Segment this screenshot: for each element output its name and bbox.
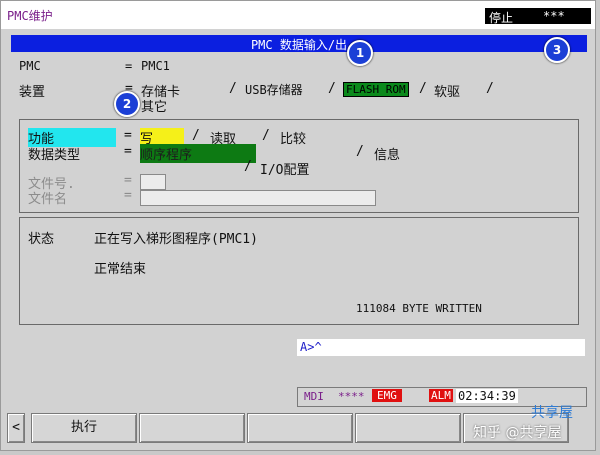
device-label: 装置 <box>19 85 46 100</box>
data-type-option-io[interactable]: I/O配置 <box>260 159 309 178</box>
softkey-left-arrow[interactable]: < <box>7 413 25 443</box>
cnc-screen: PMC维护 停止 *** PMC 数据输入/出 1 3 2 PMC = PMC1… <box>0 0 596 451</box>
run-mode: 停止 <box>489 11 514 25</box>
screen-title-bar: PMC 数据输入/出 <box>11 35 587 52</box>
screen-name: PMC维护 <box>7 9 53 23</box>
file-name-label: 文件名 <box>28 192 68 207</box>
softkey-empty-4[interactable] <box>355 413 461 443</box>
file-no-input[interactable] <box>140 174 166 190</box>
data-type-sep: / <box>356 144 364 159</box>
settings-panel: 功能 = 写 / 读取 / 比较 数据类型 = 顺序程序 / 信息 / I/O配… <box>19 119 579 213</box>
file-no-eq: = <box>124 173 132 188</box>
function-sep: / <box>262 128 270 143</box>
status-result: 正常结束 <box>94 262 147 277</box>
alm-indicator: ALM <box>429 389 453 402</box>
softkey-empty-2[interactable] <box>139 413 245 443</box>
device-option-flash-rom[interactable]: FLASH ROM <box>343 82 409 97</box>
device-option-usb[interactable]: USB存储器 <box>245 81 303 98</box>
badge-1: 1 <box>347 40 373 66</box>
data-type-eq: = <box>124 144 132 159</box>
data-type-option-info[interactable]: 信息 <box>374 144 400 163</box>
device-eq: = <box>125 81 133 96</box>
file-name-input[interactable] <box>140 190 376 206</box>
key-input-line[interactable]: A>^ <box>297 339 585 356</box>
status-panel: 状态 正在写入梯形图程序(PMC1) 正常结束 111084 BYTE WRIT… <box>19 217 579 325</box>
clock: 02:34:39 <box>456 389 518 403</box>
bytes-written: 111084 BYTE WRITTEN <box>356 302 482 315</box>
emg-indicator: EMG <box>372 389 402 402</box>
device-option-floppy[interactable]: 软驱 <box>434 81 460 100</box>
softkey-empty-3[interactable] <box>247 413 353 443</box>
top-bar: PMC维护 停止 *** <box>1 1 595 29</box>
function-sep: / <box>192 128 200 143</box>
screen-title: PMC 数据输入/出 <box>250 38 348 52</box>
device-option-other[interactable]: 其它 <box>141 96 167 115</box>
input-prompt: A>^ <box>300 340 322 354</box>
pmc-label: PMC <box>19 59 41 73</box>
function-option-compare[interactable]: 比较 <box>280 128 306 147</box>
mdi-stars: **** <box>338 390 365 403</box>
status-label: 状态 <box>28 232 55 247</box>
device-sep: / <box>419 81 427 96</box>
pmc-eq: = <box>125 59 133 73</box>
file-name-eq: = <box>124 188 132 203</box>
softkey-exec[interactable]: 执行 <box>31 413 137 443</box>
function-eq: = <box>124 128 132 143</box>
run-status-box: 停止 *** <box>485 8 591 25</box>
mdi-mode: MDI <box>304 390 324 403</box>
watermark-site: 共享屋 <box>531 405 573 421</box>
device-sep: / <box>229 81 237 96</box>
data-type-option-ladder[interactable]: 顺序程序 <box>140 144 256 163</box>
data-type-sep: / <box>244 159 252 174</box>
watermark-text: 知乎 @共享屋 <box>473 425 562 441</box>
badge-3: 3 <box>544 37 570 63</box>
run-stars: *** <box>543 9 565 23</box>
status-message: 正在写入梯形图程序(PMC1) <box>94 232 258 247</box>
data-type-label: 数据类型 <box>28 148 81 163</box>
device-sep: / <box>486 81 494 96</box>
device-sep: / <box>328 81 336 96</box>
pmc-value[interactable]: PMC1 <box>141 59 170 73</box>
